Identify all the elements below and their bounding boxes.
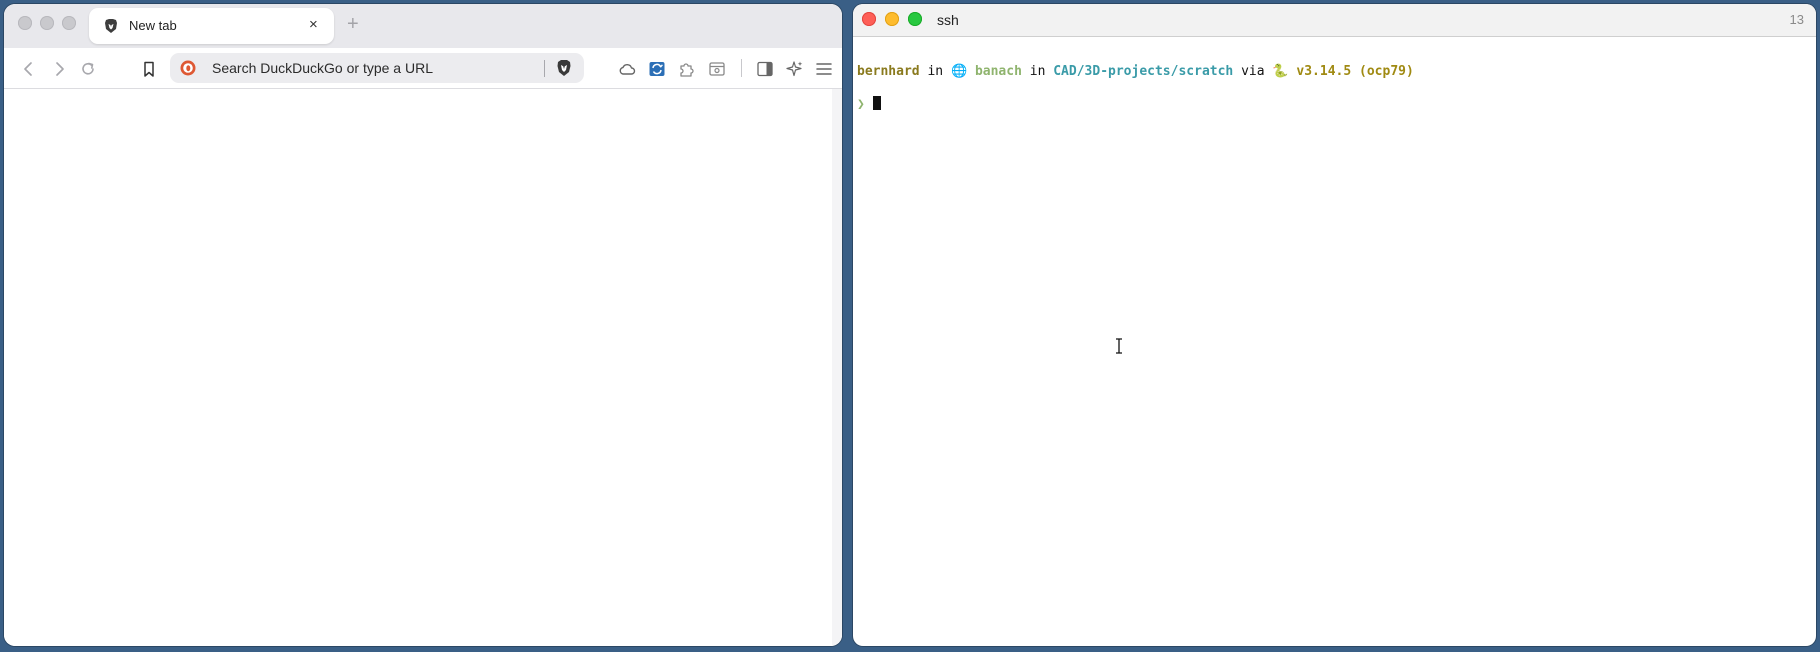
- puzzle-icon[interactable]: [678, 60, 696, 78]
- menu-icon[interactable]: [815, 60, 833, 78]
- tab-new-tab[interactable]: New tab ×: [89, 8, 334, 44]
- terminal-window: ssh 13 bernhard in 🌐 banach in CAD/3D-pr…: [853, 4, 1816, 646]
- leo-ai-icon[interactable]: [786, 60, 804, 78]
- input-line[interactable]: ❯: [857, 96, 1816, 113]
- prompt-path: CAD/3D-projects/scratch: [1053, 64, 1234, 79]
- text-cursor: [872, 96, 881, 110]
- back-icon[interactable]: [20, 60, 38, 78]
- sidebar-icon[interactable]: [756, 60, 774, 78]
- prompt-via: via: [1233, 64, 1273, 79]
- address-bar-placeholder: Search DuckDuckGo or type a URL: [212, 60, 433, 76]
- brave-lion-icon: [105, 19, 117, 33]
- new-tab-button[interactable]: +: [347, 14, 359, 34]
- scrollbar[interactable]: [832, 89, 842, 646]
- translate-icon[interactable]: [648, 60, 666, 78]
- prompt-host: banach: [967, 64, 1022, 79]
- browser-window: New tab × + Search DuckDuckGo or type a …: [4, 4, 842, 646]
- minimize-window-button[interactable]: [40, 16, 54, 30]
- tab-strip: New tab × +: [4, 4, 842, 48]
- reload-icon[interactable]: [79, 60, 97, 78]
- cloud-icon[interactable]: [618, 60, 636, 78]
- wallet-icon[interactable]: [708, 60, 726, 78]
- prompt-python-version: v3.14.5 (ocp79): [1288, 64, 1414, 79]
- terminal-titlebar[interactable]: ssh 13: [853, 4, 1816, 37]
- terminal-output[interactable]: bernhard in 🌐 banach in CAD/3D-projects/…: [857, 48, 1816, 145]
- close-window-button[interactable]: [862, 12, 876, 26]
- python-icon: 🐍: [1272, 64, 1289, 79]
- terminal-counter: 13: [1789, 12, 1804, 27]
- page-content[interactable]: [4, 89, 842, 646]
- prompt-user: bernhard: [857, 64, 920, 79]
- brave-shields-icon[interactable]: [556, 59, 572, 77]
- maximize-window-button[interactable]: [62, 16, 76, 30]
- address-bar[interactable]: Search DuckDuckGo or type a URL: [170, 53, 584, 83]
- address-bar-divider: [544, 60, 545, 77]
- close-tab-button[interactable]: ×: [309, 16, 318, 34]
- prompt-line: bernhard in 🌐 banach in CAD/3D-projects/…: [857, 64, 1816, 80]
- forward-icon[interactable]: [50, 60, 68, 78]
- terminal-title: ssh: [937, 12, 959, 28]
- duckduckgo-icon: [180, 60, 196, 76]
- toolbar-divider: [741, 59, 742, 77]
- ibeam-cursor-icon: [1116, 338, 1122, 354]
- prompt-arrow: ❯: [857, 97, 865, 112]
- maximize-window-button[interactable]: [908, 12, 922, 26]
- prompt-in: in: [919, 64, 951, 79]
- globe-icon: 🌐: [950, 64, 968, 79]
- tab-title: New tab: [129, 18, 177, 33]
- prompt-in: in: [1021, 64, 1054, 79]
- minimize-window-button[interactable]: [885, 12, 899, 26]
- browser-toolbar: Search DuckDuckGo or type a URL: [4, 48, 842, 89]
- close-window-button[interactable]: [18, 16, 32, 30]
- bookmark-icon[interactable]: [140, 60, 158, 78]
